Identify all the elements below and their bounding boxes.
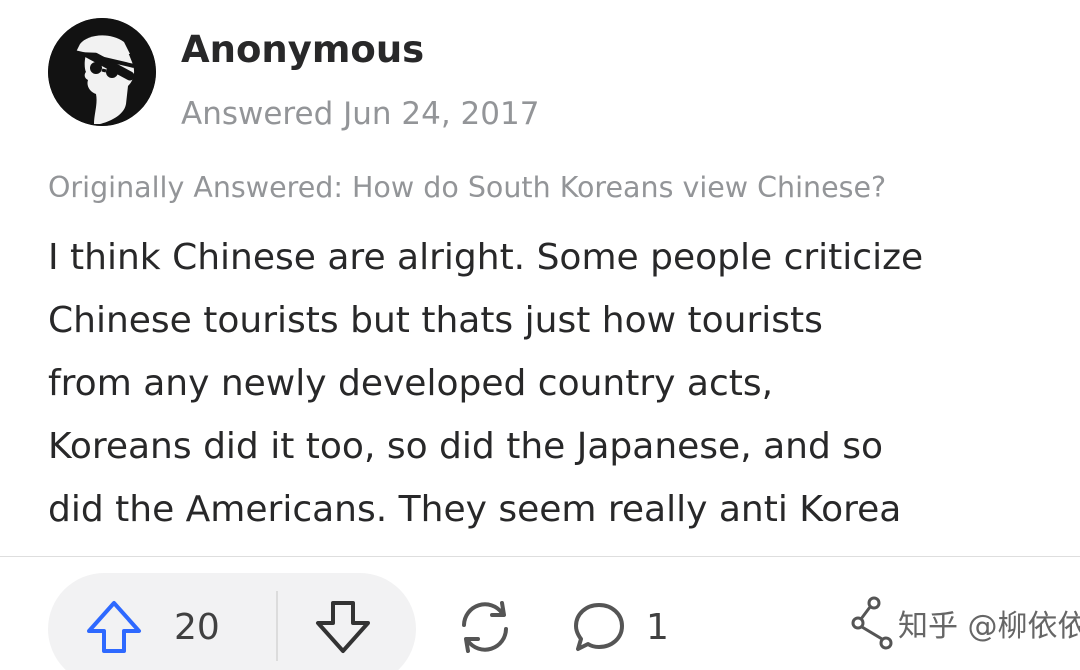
- share-nodes-icon: [851, 596, 893, 650]
- answer-card: Anonymous Answered Jun 24, 2017 Original…: [0, 0, 1080, 670]
- answer-body: I think Chinese are alright. Some people…: [48, 226, 1048, 541]
- comment-count: 1: [646, 606, 669, 648]
- share-button[interactable]: [452, 597, 518, 657]
- answer-line: Koreans did it too, so did the Japanese,…: [48, 426, 884, 467]
- upvote-count: 20: [174, 606, 220, 648]
- comment-bubble-icon: [574, 603, 624, 651]
- answer-line: I think Chinese are alright. Some people…: [48, 237, 924, 278]
- action-bar: 20 1 知乎 @柳依依: [0, 556, 1080, 670]
- upvote-arrow-icon: [87, 601, 141, 653]
- downvote-button[interactable]: [312, 597, 374, 657]
- answer-line: did the Americans. They seem really anti…: [48, 489, 902, 530]
- anonymous-avatar-icon: [48, 18, 156, 126]
- vote-divider: [276, 591, 278, 661]
- comment-button[interactable]: 1: [572, 597, 669, 657]
- avatar[interactable]: [48, 18, 156, 126]
- answer-line: Chinese tourists but thats just how tour…: [48, 300, 823, 341]
- answer-date: Answered Jun 24, 2017: [181, 96, 540, 132]
- downvote-arrow-icon: [316, 601, 370, 653]
- upvote-button[interactable]: 20: [84, 597, 220, 657]
- author-name[interactable]: Anonymous: [181, 28, 424, 72]
- watermark-text: 知乎 @柳依依: [898, 609, 1080, 644]
- original-question[interactable]: Originally Answered: How do South Korean…: [48, 168, 886, 208]
- answer-line: from any newly developed country acts,: [48, 363, 774, 404]
- watermark: 知乎 @柳依依: [850, 593, 1080, 653]
- share-refresh-icon: [462, 601, 508, 653]
